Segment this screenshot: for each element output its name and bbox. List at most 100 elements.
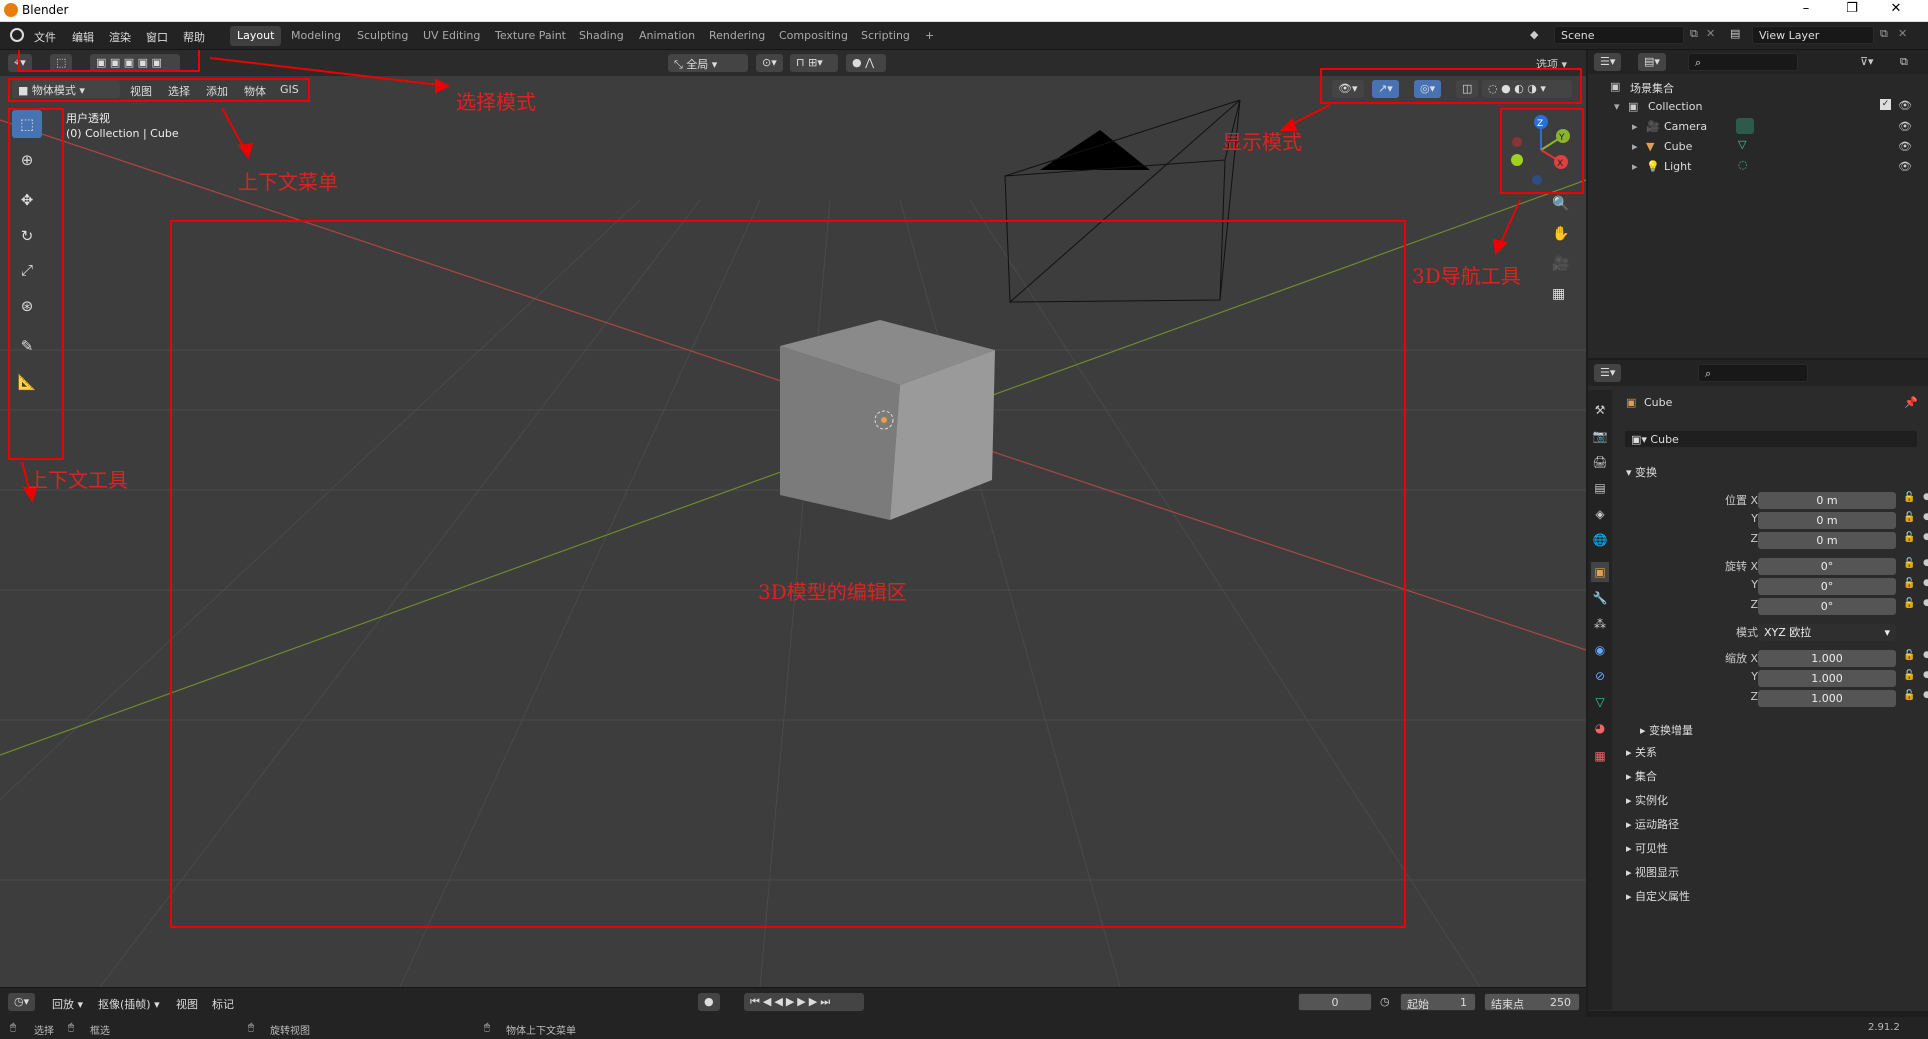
camera-view-icon[interactable]: 🎥 [1552, 256, 1569, 272]
tab-modeling[interactable]: Modeling [284, 26, 348, 46]
current-frame-field[interactable]: 0 [1298, 993, 1372, 1011]
rotation-x-keyframe-icon[interactable]: ● [1923, 558, 1928, 568]
zoom-icon[interactable]: 🔍 [1552, 196, 1569, 212]
delete-scene-icon[interactable]: ✕ [1706, 27, 1715, 40]
filter-icon[interactable]: ⊽▾ [1860, 55, 1874, 68]
pin-icon[interactable]: 📌 [1904, 396, 1918, 409]
light-visibility-icon[interactable]: 👁 [1898, 160, 1912, 173]
timeline-editor-icon[interactable]: ◷▾ [8, 993, 36, 1011]
scene-tab-icon[interactable]: ◈ [1591, 504, 1609, 524]
pan-hand-icon[interactable]: ✋ [1552, 226, 1569, 242]
menu-edit[interactable]: 编辑 [72, 29, 94, 45]
world-tab-icon[interactable]: 🌐 [1591, 530, 1609, 550]
outliner-editor-icon[interactable]: ☰▾ [1594, 53, 1622, 71]
tab-sculpting[interactable]: Sculpting [350, 26, 415, 46]
section-collections[interactable]: ▸ 集合 [1626, 768, 1657, 784]
light-expand-icon[interactable]: ▸ [1632, 160, 1638, 173]
scale-y-field[interactable]: 1.000 [1758, 670, 1896, 687]
snap-icon[interactable]: ⊓ ⊞▾ [790, 54, 838, 72]
location-y-lock-icon[interactable]: 🔓 [1903, 512, 1915, 523]
menu-marker[interactable]: 标记 [212, 996, 234, 1012]
properties-editor-icon[interactable]: ☰▾ [1594, 364, 1622, 382]
rotation-x-lock-icon[interactable]: 🔓 [1903, 558, 1915, 569]
object-name-field[interactable]: ▣▾ Cube [1624, 430, 1918, 448]
outliner-item-light[interactable]: Light [1664, 160, 1691, 173]
texture-tab-icon[interactable]: ▦ [1591, 746, 1609, 766]
section-custom-properties[interactable]: ▸ 自定义属性 [1626, 888, 1690, 904]
menu-keying[interactable]: 抠像(插帧) ▾ [98, 996, 160, 1012]
object-tab-icon[interactable]: ▣ [1591, 562, 1609, 582]
cube-expand-icon[interactable]: ▸ [1632, 140, 1638, 153]
blender-menu-icon[interactable] [10, 28, 24, 42]
location-z-field[interactable]: 0 m [1758, 532, 1896, 549]
section-motion-paths[interactable]: ▸ 运动路径 [1626, 816, 1679, 832]
scale-z-keyframe-icon[interactable]: ● [1923, 690, 1928, 700]
material-tab-icon[interactable]: ◕ [1591, 718, 1609, 738]
output-tab-icon[interactable]: 🖨 [1591, 452, 1609, 472]
rotation-y-keyframe-icon[interactable]: ● [1923, 578, 1928, 588]
tab-layout[interactable]: Layout [230, 26, 282, 46]
outliner-item-camera[interactable]: Camera [1664, 120, 1707, 133]
maximize-button[interactable]: ❐ [1832, 1, 1872, 16]
tab-scripting[interactable]: Scripting [854, 26, 917, 46]
transform-section-header[interactable]: ▾ 变换 [1626, 464, 1657, 480]
pivot-icon[interactable]: ⊙▾ [756, 54, 783, 72]
location-z-lock-icon[interactable]: 🔓 [1903, 532, 1915, 543]
outliner-item-cube[interactable]: Cube [1664, 140, 1692, 153]
location-z-keyframe-icon[interactable]: ● [1923, 532, 1928, 542]
delete-view-layer-icon[interactable]: ✕ [1898, 27, 1907, 40]
rotation-y-field[interactable]: 0° [1758, 578, 1896, 595]
section-instancing[interactable]: ▸ 实例化 [1626, 792, 1668, 808]
particles-tab-icon[interactable]: ⁂ [1591, 614, 1609, 634]
rotation-z-keyframe-icon[interactable]: ● [1923, 598, 1928, 608]
proportional-edit-icon[interactable]: ● ⋀ [846, 54, 886, 72]
menu-timeline-view[interactable]: 视图 [176, 996, 198, 1012]
physics-tab-icon[interactable]: ◉ [1591, 640, 1609, 660]
collection-checkbox[interactable]: ✓ [1880, 99, 1891, 110]
scale-x-keyframe-icon[interactable]: ● [1923, 650, 1928, 660]
location-x-field[interactable]: 0 m [1758, 492, 1896, 509]
properties-search-input[interactable]: ⌕ [1698, 364, 1808, 382]
menu-file[interactable]: 文件 [34, 29, 56, 45]
scale-x-field[interactable]: 1.000 [1758, 650, 1896, 667]
location-y-keyframe-icon[interactable]: ● [1923, 512, 1928, 522]
section-relations[interactable]: ▸ 关系 [1626, 744, 1657, 760]
playback-controls[interactable]: ⏮◀◀▶▶▶⏭ [744, 993, 864, 1011]
rotation-mode-dropdown[interactable]: XYZ 欧拉 ▾ [1758, 624, 1896, 641]
preview-range-icon[interactable]: ◷ [1380, 995, 1390, 1008]
tab-texture-paint[interactable]: Texture Paint [488, 26, 573, 46]
transform-orientation-dropdown[interactable]: ⤡ 全局 ▾ [668, 54, 748, 72]
scale-y-keyframe-icon[interactable]: ● [1923, 670, 1928, 680]
tab-animation[interactable]: Animation [632, 26, 702, 46]
record-button[interactable]: ● [698, 993, 720, 1011]
constraints-tab-icon[interactable]: ⊘ [1591, 666, 1609, 686]
tab-shading[interactable]: Shading [572, 26, 631, 46]
modifier-tab-icon[interactable]: 🔧 [1591, 588, 1609, 608]
menu-help[interactable]: 帮助 [183, 29, 205, 45]
collection-visibility-icon[interactable]: 👁 [1898, 99, 1912, 112]
rotation-x-field[interactable]: 0° [1758, 558, 1896, 575]
perspective-toggle-icon[interactable]: ▦ [1552, 286, 1565, 302]
new-view-layer-icon[interactable]: ⧉ [1880, 27, 1888, 41]
cube-visibility-icon[interactable]: 👁 [1898, 140, 1912, 153]
display-mode-icon[interactable]: ▤▾ [1638, 53, 1666, 71]
delta-transform-section[interactable]: ▸ 变换增量 [1640, 722, 1693, 738]
new-scene-icon[interactable]: ⧉ [1690, 27, 1698, 41]
scale-z-field[interactable]: 1.000 [1758, 690, 1896, 707]
end-frame-field[interactable]: 结束点 250 [1484, 993, 1580, 1011]
section-visibility[interactable]: ▸ 可见性 [1626, 840, 1668, 856]
start-frame-field[interactable]: 起始 1 [1400, 993, 1476, 1011]
view-layer-tab-icon[interactable]: ▤ [1591, 478, 1609, 498]
scene-selector[interactable]: Scene [1554, 26, 1684, 44]
minimize-button[interactable]: – [1786, 1, 1826, 16]
location-x-lock-icon[interactable]: 🔓 [1903, 492, 1915, 503]
outliner-search-input[interactable]: ⌕ [1688, 53, 1798, 71]
camera-expand-icon[interactable]: ▸ [1632, 120, 1638, 133]
scale-x-lock-icon[interactable]: 🔓 [1903, 650, 1915, 661]
view-layer-selector[interactable]: View Layer [1752, 26, 1874, 44]
rotation-z-lock-icon[interactable]: 🔓 [1903, 598, 1915, 609]
rotation-z-field[interactable]: 0° [1758, 598, 1896, 615]
collection-expand-icon[interactable]: ▾ [1614, 100, 1620, 113]
tab-compositing[interactable]: Compositing [772, 26, 855, 46]
menu-render[interactable]: 渲染 [109, 29, 131, 45]
